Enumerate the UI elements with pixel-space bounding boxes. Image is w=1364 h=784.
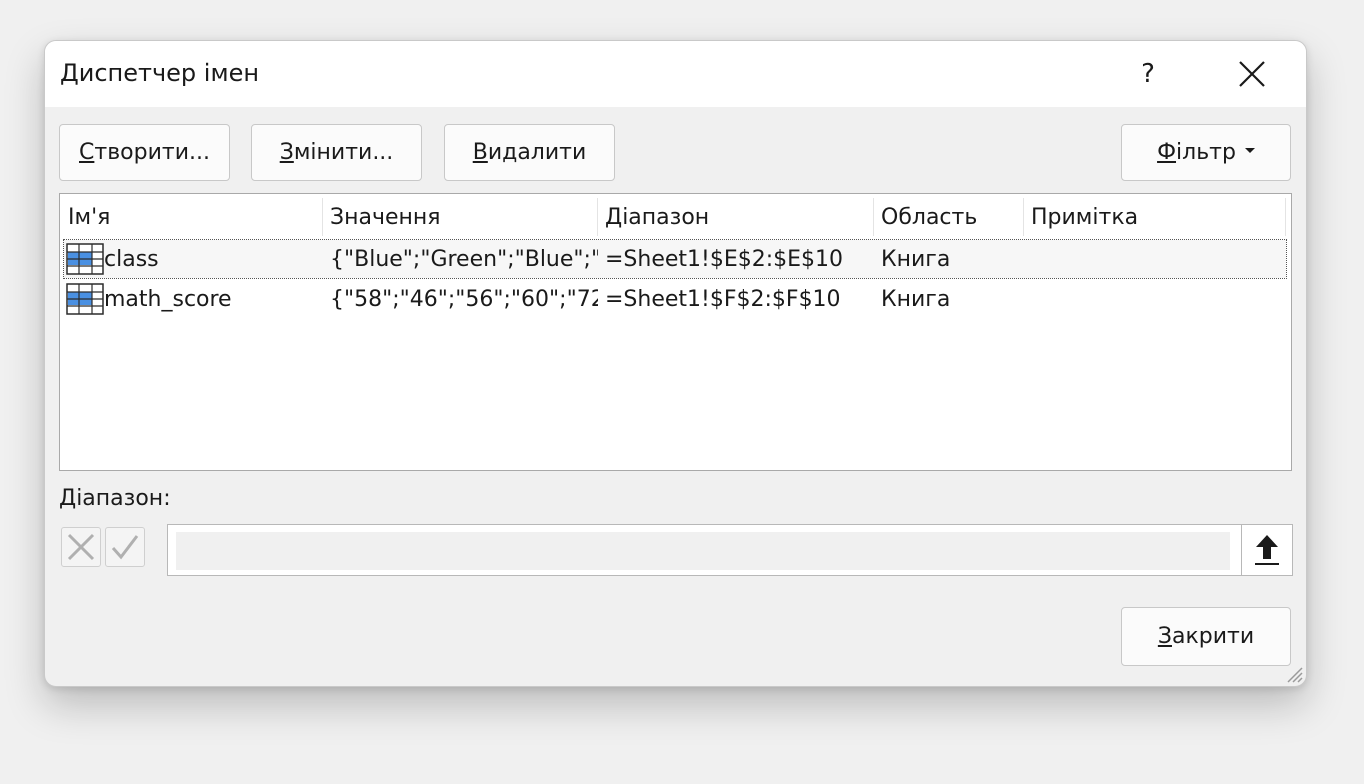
close-icon: [1239, 61, 1265, 87]
new-button[interactable]: Створити...: [59, 124, 230, 181]
edit-button-label: мінити...: [293, 140, 394, 165]
table-range-icon: [66, 243, 104, 275]
column-header-comment[interactable]: Примітка: [1023, 194, 1285, 240]
filter-button-label: ільтр: [1176, 140, 1236, 165]
delete-button-accel: В: [472, 140, 488, 165]
edit-button[interactable]: Змінити...: [251, 124, 422, 181]
row-comment: [1031, 240, 1281, 278]
row-comment: [1031, 280, 1281, 318]
close-button-accel: З: [1157, 624, 1172, 649]
column-header-value[interactable]: Значення: [322, 194, 597, 240]
row-name: class: [104, 247, 159, 272]
delete-button-label: идалити: [487, 140, 587, 165]
check-icon: [111, 535, 139, 560]
edit-button-accel: З: [279, 140, 294, 165]
confirm-edit-button[interactable]: [105, 527, 145, 567]
row-range: =Sheet1!$F$2:$F$10: [605, 287, 841, 312]
column-divider[interactable]: [1285, 198, 1286, 236]
row-scope: Книга: [881, 247, 951, 272]
row-name: math_score: [104, 287, 232, 312]
chevron-down-icon: [1244, 148, 1255, 153]
new-button-label: творити...: [94, 140, 210, 165]
column-header-scope[interactable]: Область: [873, 194, 1023, 240]
collapse-arrow-icon: [1255, 535, 1279, 565]
list-item[interactable]: class {"Blue";"Green";"Blue";"... =Sheet…: [63, 239, 1287, 279]
dialog-title: Диспетчер імен: [60, 59, 260, 87]
resize-grip-icon[interactable]: [1284, 664, 1304, 684]
filter-button[interactable]: Фільтр: [1121, 124, 1291, 181]
row-scope: Книга: [881, 287, 951, 312]
range-input[interactable]: [176, 532, 1230, 570]
row-value: {"Blue";"Green";"Blue";"...: [330, 247, 598, 272]
title-bar: Диспетчер імен ?: [45, 41, 1306, 107]
list-item[interactable]: math_score {"58";"46";"56";"60";"72... =…: [64, 280, 1286, 318]
delete-button[interactable]: Видалити: [444, 124, 615, 181]
name-manager-dialog: Диспетчер імен ? Створити... Змінити... …: [44, 40, 1307, 687]
column-header-range[interactable]: Діапазон: [597, 194, 873, 240]
cancel-edit-button[interactable]: [61, 527, 101, 567]
table-range-icon: [66, 283, 104, 315]
close-window-button[interactable]: [1225, 49, 1279, 99]
new-button-accel: С: [79, 140, 95, 165]
filter-button-accel: Ф: [1157, 140, 1177, 165]
names-list[interactable]: Ім'я Значення Діапазон Область Примітка …: [59, 193, 1292, 471]
row-range: =Sheet1!$E$2:$E$10: [605, 247, 844, 272]
help-button[interactable]: ?: [1125, 49, 1171, 99]
range-field: [167, 524, 1293, 576]
row-value: {"58";"46";"56";"60";"72...: [330, 287, 598, 312]
range-label: Діапазон:: [59, 486, 171, 511]
close-button[interactable]: Закрити: [1121, 607, 1291, 666]
list-header: Ім'я Значення Діапазон Область Примітка: [60, 194, 1291, 240]
close-button-label: акрити: [1171, 624, 1255, 649]
collapse-dialog-button[interactable]: [1241, 525, 1292, 575]
column-header-name[interactable]: Ім'я: [60, 194, 322, 240]
cancel-x-icon: [67, 533, 95, 561]
